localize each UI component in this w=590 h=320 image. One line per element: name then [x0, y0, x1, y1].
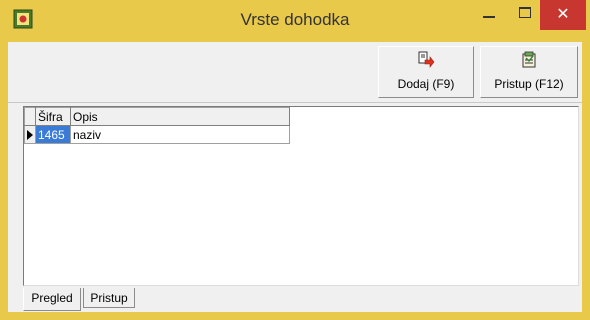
cell-sifra[interactable]: 1465	[35, 125, 71, 144]
tab-pregled[interactable]: Pregled	[23, 288, 81, 311]
table-row[interactable]: 1465 naziv	[24, 125, 290, 144]
maximize-button[interactable]	[510, 0, 540, 30]
tab-pristup[interactable]: Pristup	[83, 288, 135, 308]
data-grid[interactable]: Šifra Opis 1465 naziv	[23, 106, 579, 286]
minimize-button[interactable]	[470, 0, 510, 30]
add-button[interactable]: Dodaj (F9)	[378, 46, 474, 98]
access-icon	[522, 51, 536, 68]
access-button-label: Pristup (F12)	[494, 77, 564, 91]
column-header-sifra[interactable]: Šifra	[35, 107, 71, 126]
add-button-label: Dodaj (F9)	[397, 77, 455, 91]
title-bar[interactable]: Vrste dohodka ✕	[0, 0, 590, 42]
row-pointer-icon	[27, 129, 33, 140]
client-area: Dodaj (F9) Pristup (F12) Šifra Opis 1465…	[8, 42, 582, 312]
window: Vrste dohodka ✕ Dodaj (F9) Pristup (F12)…	[0, 0, 590, 320]
access-button[interactable]: Pristup (F12)	[480, 46, 578, 98]
cell-opis[interactable]: naziv	[70, 125, 290, 144]
toolbar: Dodaj (F9) Pristup (F12)	[8, 42, 582, 103]
column-header-opis[interactable]: Opis	[70, 107, 290, 126]
row-indicator	[24, 125, 36, 144]
add-arrow-icon	[418, 51, 435, 68]
header-indicator-cell	[24, 107, 36, 126]
grid-table: Šifra Opis 1465 naziv	[24, 107, 290, 144]
grid-header-row: Šifra Opis	[24, 107, 290, 126]
close-button[interactable]: ✕	[540, 0, 586, 30]
